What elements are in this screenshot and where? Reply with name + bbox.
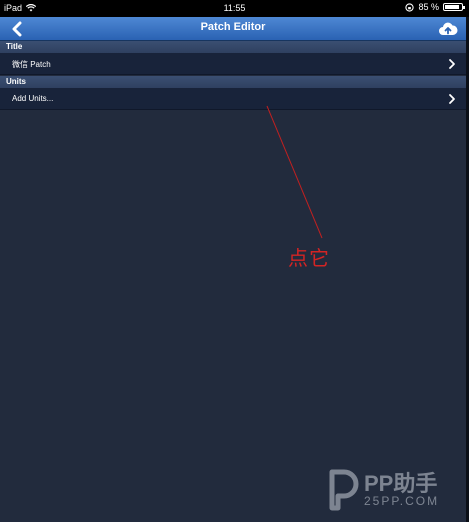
status-right: 85 % — [405, 2, 465, 12]
page-title: Patch Editor — [200, 21, 266, 33]
battery-tip — [463, 6, 465, 9]
battery-fill — [445, 5, 459, 9]
section-header-units: Units — [0, 76, 466, 88]
chevron-right-icon — [449, 94, 455, 104]
add-units-row[interactable]: Add Units... — [0, 88, 466, 110]
battery-icon — [443, 3, 465, 11]
cloud-upload-icon[interactable] — [438, 20, 458, 38]
status-time: 11:55 — [223, 3, 246, 13]
section-header-title: Title — [0, 41, 466, 53]
status-bar: iPad 11:55 85 % — [0, 0, 469, 17]
title-row[interactable]: 微信 Patch — [0, 53, 466, 75]
pp-logo-icon — [329, 469, 359, 511]
title-value: 微信 Patch — [12, 60, 51, 69]
watermark-domain: 25PP.COM — [364, 494, 440, 508]
rotation-lock-icon — [405, 2, 415, 12]
annotation-label: 点它 — [288, 246, 330, 270]
nav-bar: Patch Editor — [0, 17, 466, 41]
chevron-right-icon — [449, 59, 455, 69]
app-screen: iPad 11:55 85 % Patch Editor Title 微信 Pa… — [0, 0, 469, 522]
add-units-label: Add Units... — [12, 94, 54, 103]
battery-percent: 85 % — [418, 2, 439, 12]
watermark: PP助手 25PP.COM — [324, 466, 454, 514]
